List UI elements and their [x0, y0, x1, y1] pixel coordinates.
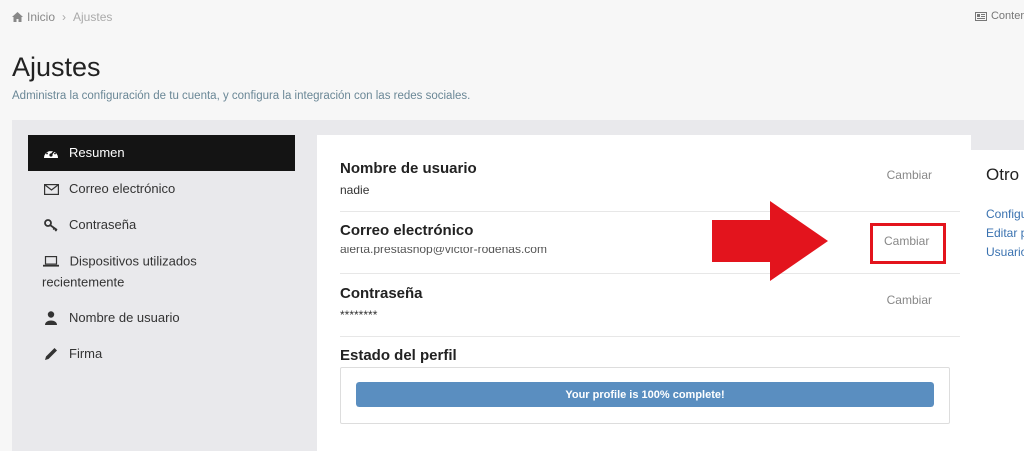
setting-value: alerta.prestashop@victor-rodenas.com [340, 247, 547, 255]
profile-progress-fill: Your profile is 100% complete! [356, 382, 934, 407]
sidebar-item-label: Contraseña [69, 217, 137, 232]
profile-status-section: Estado del perfil Your profile is 100% c… [340, 347, 960, 447]
sidebar-item-label: Dispositivos utilizados recientemente [42, 253, 197, 290]
sidebar-item-correo[interactable]: Correo electrónico [28, 171, 295, 207]
user-icon [42, 308, 60, 328]
profile-progress-bar: Your profile is 100% complete! [356, 382, 934, 407]
profile-progress-text: Your profile is 100% complete! [565, 388, 725, 401]
other-card-title: Otro [986, 165, 1020, 184]
page-subtitle: Administra la configuración de tu cuenta… [12, 90, 471, 102]
profile-status-label: Estado del perfil [340, 347, 457, 364]
setting-label: Contraseña [340, 285, 423, 302]
setting-label: Correo electrónico [340, 222, 474, 239]
other-card: Otro Configu Editar p Usuario [966, 150, 1024, 451]
sidebar-item-label: Resumen [69, 145, 125, 160]
sidebar-item-label: Firma [69, 346, 103, 362]
summary-card: Nombre de usuario nadie Cambiar Correo e… [317, 135, 971, 451]
breadcrumb-home-label: Inicio [27, 10, 56, 24]
email-change-highlight: Cambiar [870, 223, 946, 264]
sidebar-item-resumen[interactable]: Resumen [28, 135, 295, 171]
newspaper-icon [974, 11, 987, 21]
profile-status-box: Your profile is 100% complete! [340, 367, 950, 424]
sidebar-item-label: Correo electrónico [69, 181, 176, 196]
breadcrumb-separator: › [62, 10, 67, 24]
setting-row-username: Nombre de usuario nadie Cambiar [340, 160, 960, 212]
sidebar-item-usuario[interactable]: Nombre de usuario [28, 300, 295, 336]
setting-label: Nombre de usuario [340, 160, 477, 177]
key-icon [42, 215, 60, 235]
laptop-icon [42, 252, 60, 272]
envelope-icon [42, 179, 60, 199]
settings-panel: Resumen Correo electrónico Contraseña Di… [12, 120, 1024, 451]
page-title: Ajustes [12, 52, 101, 82]
settings-sidebar: Resumen Correo electrónico Contraseña Di… [28, 135, 295, 372]
other-link-3[interactable]: Usuario [986, 245, 1024, 259]
setting-value: nadie [340, 183, 370, 197]
pencil-icon [42, 344, 60, 364]
sidebar-item-firma[interactable]: Firma [28, 336, 295, 372]
setting-value: ******** [340, 308, 378, 322]
dashboard-icon [42, 143, 60, 163]
setting-row-password: Contraseña ******** Cambiar [340, 285, 960, 337]
breadcrumb: Inicio › Ajustes [12, 10, 112, 24]
setting-row-email: Correo electrónico alerta.prestashop@vic… [340, 222, 960, 274]
sidebar-item-dispositivos[interactable]: Dispositivos utilizados recientemente [28, 243, 295, 300]
sidebar-item-label: Nombre de usuario [69, 310, 180, 326]
change-username-link[interactable]: Cambiar [887, 168, 932, 182]
change-password-link[interactable]: Cambiar [887, 293, 932, 307]
breadcrumb-current: Ajustes [73, 10, 113, 24]
home-icon [12, 12, 23, 22]
change-email-link[interactable]: Cambiar [884, 234, 929, 248]
breadcrumb-home[interactable]: Inicio [12, 10, 55, 24]
red-arrow-annotation [712, 201, 828, 281]
other-link-1[interactable]: Configu [986, 207, 1024, 221]
top-right-link[interactable]: Conter [974, 10, 1024, 22]
sidebar-item-contrasena[interactable]: Contraseña [28, 207, 295, 243]
other-link-2[interactable]: Editar p [986, 226, 1024, 240]
top-right-label: Conter [990, 10, 1024, 22]
